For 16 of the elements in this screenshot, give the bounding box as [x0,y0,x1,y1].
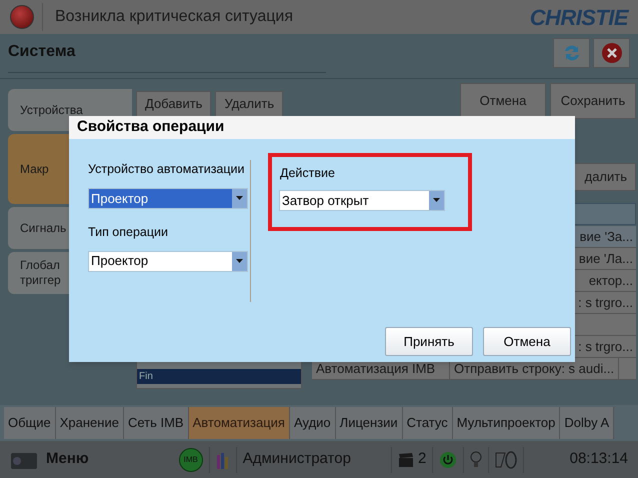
brand-logo: CHRISTIE [530,4,628,32]
field-label: Устройство автоматизации [88,161,246,178]
section-title: Система [8,38,326,73]
clock-time: 08:13:14 [570,449,628,470]
field-label: Тип операции [88,224,170,241]
table-cell-text: вие 'За... [580,228,634,246]
user-name: Администратор [242,449,351,470]
alert-title: Возникла критическая ситуация [55,7,293,27]
imb-status-badge: IMB [178,448,203,472]
count-label: 2 [418,449,426,470]
table-cell-text: : s trgro... [578,294,634,312]
field-label: Действие [280,165,336,182]
table-cell-text: ектор... [588,272,634,290]
dialog-title: Свойства операции [69,116,575,139]
table-cell-text: : s trgro... [578,338,634,356]
table-cell-text: вие 'Ла... [578,250,634,268]
